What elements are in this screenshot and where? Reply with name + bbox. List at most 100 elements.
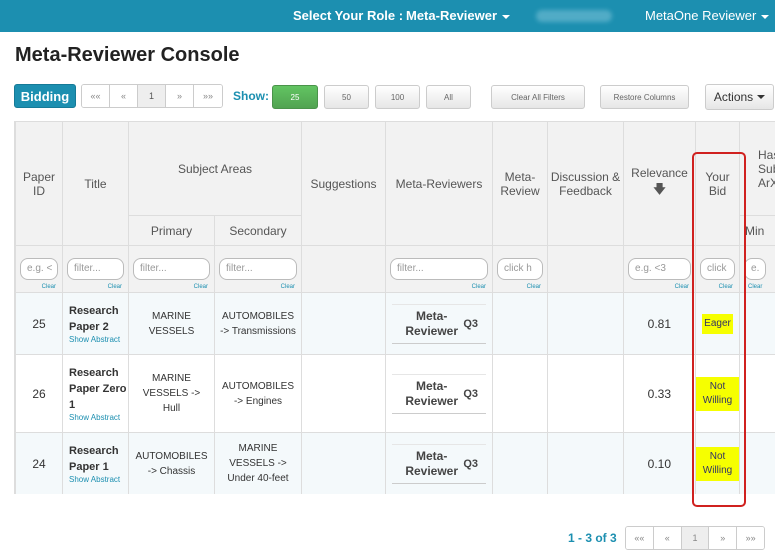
pager-next[interactable]: » (709, 527, 738, 549)
restore-columns-button[interactable]: Restore Columns (600, 85, 689, 109)
page-title: Meta-Reviewer Console (15, 44, 240, 66)
bottom-pager: «« « 1 » »» (625, 526, 765, 550)
meta-reviewer-quota: Q3 (463, 317, 479, 330)
filter-cell-meta-reviewers: filter... Clear (385, 245, 494, 293)
header-meta-review[interactable]: Meta-Review (492, 121, 549, 246)
caret-down-icon (761, 14, 770, 19)
meta-reviewer-name: Meta-Reviewer (405, 448, 459, 478)
show-100-button[interactable]: 100 (375, 85, 420, 109)
filter-secondary-input[interactable]: filter... (219, 258, 298, 280)
primary-subject-cell: AUTOMOBILES -> Chassis (128, 432, 215, 494)
show-label: Show: (233, 89, 269, 103)
pager-page-1[interactable]: 1 (681, 527, 710, 549)
header-discussion[interactable]: Discussion & Feedback (547, 121, 625, 246)
role-label: Select Your Role : (293, 8, 404, 23)
papers-table: Paper ID Title Subject Areas Suggestions… (15, 121, 775, 494)
papers-table-container: Paper ID Title Subject Areas Suggestions… (14, 121, 775, 494)
header-title[interactable]: Title (62, 121, 129, 246)
meta-review-cell (492, 292, 549, 355)
filter-cell-meta-review: click h Clear (492, 245, 549, 293)
filter-cell-secondary: filter... Clear (213, 245, 303, 293)
actions-label: Actions (713, 90, 754, 104)
results-count: 1 - 3 of 3 (568, 531, 617, 545)
show-abstract-link[interactable]: Show Abstract (69, 335, 128, 345)
clear-filter-link[interactable]: Clear (527, 284, 541, 290)
show-25-button[interactable]: 25 (272, 85, 318, 109)
pager-page-1[interactable]: 1 (138, 85, 166, 107)
secondary-subject-cell: AUTOMOBILES -> Transmissions (213, 292, 303, 355)
meta-reviewer-name: Meta-Reviewer (405, 378, 459, 408)
pager-next[interactable]: » (166, 85, 194, 107)
header-paper-id[interactable]: Paper ID (15, 121, 63, 246)
title-cell: Research Paper 1 Show Abstract (62, 432, 129, 494)
paper-id-cell: 26 (15, 354, 63, 433)
clear-filter-link[interactable]: Clear (42, 284, 56, 290)
clear-filter-link[interactable]: Clear (675, 284, 689, 290)
discussion-cell (547, 432, 625, 494)
sort-down-icon: 🡇 (653, 182, 666, 196)
filter-cell-primary: filter... Clear (128, 245, 215, 293)
suggestions-cell (301, 292, 387, 355)
relevance-cell: 0.10 (623, 432, 697, 494)
secondary-subject-cell: MARINE VESSELS -> Under 40-feet (213, 432, 303, 494)
pager-prev[interactable]: « (110, 85, 138, 107)
show-abstract-link[interactable]: Show Abstract (69, 475, 128, 485)
discussion-cell (547, 292, 625, 355)
clear-filter-link[interactable]: Clear (281, 284, 295, 290)
clear-filter-link[interactable]: Clear (748, 284, 762, 290)
filter-meta-review-select[interactable]: click h (497, 258, 544, 280)
meta-review-cell (492, 432, 549, 494)
filter-cell-title: filter... Clear (62, 245, 129, 293)
paper-title: Research Paper Zero 1 (69, 366, 127, 411)
meta-reviewer-quota: Q3 (463, 457, 479, 470)
actions-dropdown[interactable]: Actions (705, 84, 774, 110)
caret-down-icon (502, 14, 511, 19)
header-primary[interactable]: Primary (128, 215, 215, 246)
header-suggestions[interactable]: Suggestions (301, 121, 387, 246)
header-secondary[interactable]: Secondary (213, 215, 303, 246)
suggestions-cell (301, 354, 387, 433)
your-bid-highlight-annotation (692, 152, 746, 507)
clear-all-filters-button[interactable]: Clear All Filters (491, 85, 585, 109)
show-50-button[interactable]: 50 (324, 85, 369, 109)
filter-cell-relevance: e.g. <3 Clear (623, 245, 697, 293)
clear-filter-link[interactable]: Clear (108, 284, 122, 290)
table-row: 25 Research Paper 2 Show Abstract MARINE… (15, 292, 775, 355)
title-cell: Research Paper 2 Show Abstract (62, 292, 129, 355)
meta-reviewer-entry: Meta-Reviewer Q3 (392, 303, 487, 344)
clear-filter-link[interactable]: Clear (472, 284, 486, 290)
paper-id-cell: 25 (15, 292, 63, 355)
user-menu[interactable]: MetaOne Reviewer (645, 8, 770, 23)
filter-meta-reviewers-input[interactable]: filter... (390, 258, 489, 280)
bidding-button[interactable]: Bidding (14, 84, 76, 108)
caret-down-icon (757, 95, 766, 99)
pager-first[interactable]: «« (626, 527, 654, 549)
meta-reviewers-cell: Meta-Reviewer Q3 (385, 292, 494, 355)
discussion-cell (547, 354, 625, 433)
filter-paper-id-input[interactable]: e.g. < (20, 258, 58, 280)
filter-has-submission-input[interactable]: e. (744, 258, 767, 280)
header-meta-reviewers[interactable]: Meta-Reviewers (385, 121, 494, 246)
table-row: 24 Research Paper 1 Show Abstract AUTOMO… (15, 432, 775, 494)
filter-title-input[interactable]: filter... (67, 258, 124, 280)
pager-last[interactable]: »» (194, 85, 222, 107)
filter-primary-input[interactable]: filter... (133, 258, 210, 280)
primary-subject-cell: MARINE VESSELS -> Hull (128, 354, 215, 433)
show-all-button[interactable]: All (426, 85, 471, 109)
filter-cell-discussion (547, 245, 625, 293)
pager-last[interactable]: »» (737, 527, 764, 549)
show-abstract-link[interactable]: Show Abstract (69, 413, 128, 423)
meta-review-cell (492, 354, 549, 433)
top-navigation-bar: Select Your Role : Meta-Reviewer MetaOne… (0, 0, 775, 32)
clear-filter-link[interactable]: Clear (194, 284, 208, 290)
header-subject-areas: Subject Areas (127, 121, 303, 216)
pager-prev[interactable]: « (653, 527, 682, 549)
role-dropdown[interactable]: Meta-Reviewer (406, 8, 511, 23)
filter-relevance-input[interactable]: e.g. <3 (628, 258, 692, 280)
pager-first[interactable]: «« (82, 85, 110, 107)
suggestions-cell (301, 432, 387, 494)
header-relevance[interactable]: Relevance 🡇 (623, 121, 697, 246)
primary-subject-cell: MARINE VESSELS (128, 292, 215, 355)
top-pager: «« « 1 » »» (81, 84, 223, 108)
meta-reviewer-name: Meta-Reviewer (405, 308, 459, 338)
